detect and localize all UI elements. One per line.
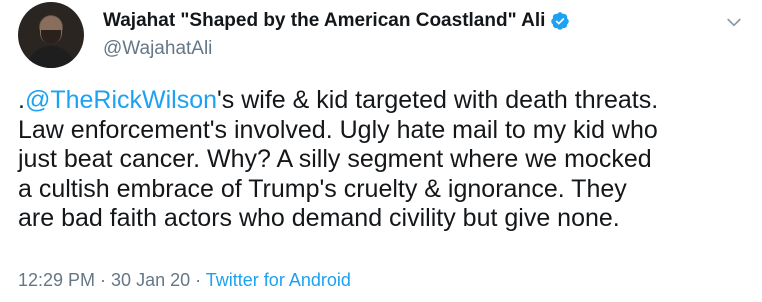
tweet-line-5: are bad faith actors who demand civility… — [18, 204, 620, 232]
tweet-prefix: . — [18, 86, 25, 114]
tweet-line-1: .@TheRickWilson's wife & kid targeted wi… — [18, 86, 748, 116]
author-handle[interactable]: @WajahatAli — [103, 38, 212, 60]
tweet-line-4: a cultish embrace of Trump's cruelty & i… — [18, 174, 627, 203]
tweet-line-1-rest: 's wife & kid targeted with death threat… — [217, 86, 659, 114]
chevron-down-icon[interactable] — [724, 12, 744, 32]
avatar-shirt — [26, 46, 76, 68]
author-display-name[interactable]: Wajahat "Shaped by the American Coastlan… — [103, 10, 545, 32]
tweet-line-2: Law enforcement's involved. Ugly hate ma… — [18, 115, 658, 144]
meta-separator-2: · — [190, 270, 206, 290]
avatar-beard — [41, 30, 61, 44]
tweet-card: Wajahat "Shaped by the American Coastlan… — [0, 0, 762, 302]
verified-badge-icon — [551, 12, 570, 30]
tweet-time[interactable]: 12:29 PM — [18, 270, 95, 290]
tweet-source-link[interactable]: Twitter for Android — [206, 270, 351, 290]
author-name-row: Wajahat "Shaped by the American Coastlan… — [103, 10, 570, 32]
tweet-line-3: just beat cancer. Why? A silly segment w… — [18, 145, 652, 173]
tweet-text: .@TheRickWilson's wife & kid targeted wi… — [18, 86, 748, 234]
avatar[interactable] — [18, 2, 84, 68]
tweet-date[interactable]: 30 Jan 20 — [111, 270, 190, 290]
tweet-meta: 12:29 PM · 30 Jan 20 · Twitter for Andro… — [18, 270, 351, 291]
meta-separator-1: · — [95, 270, 112, 290]
mention-link[interactable]: @TheRickWilson — [25, 86, 217, 114]
